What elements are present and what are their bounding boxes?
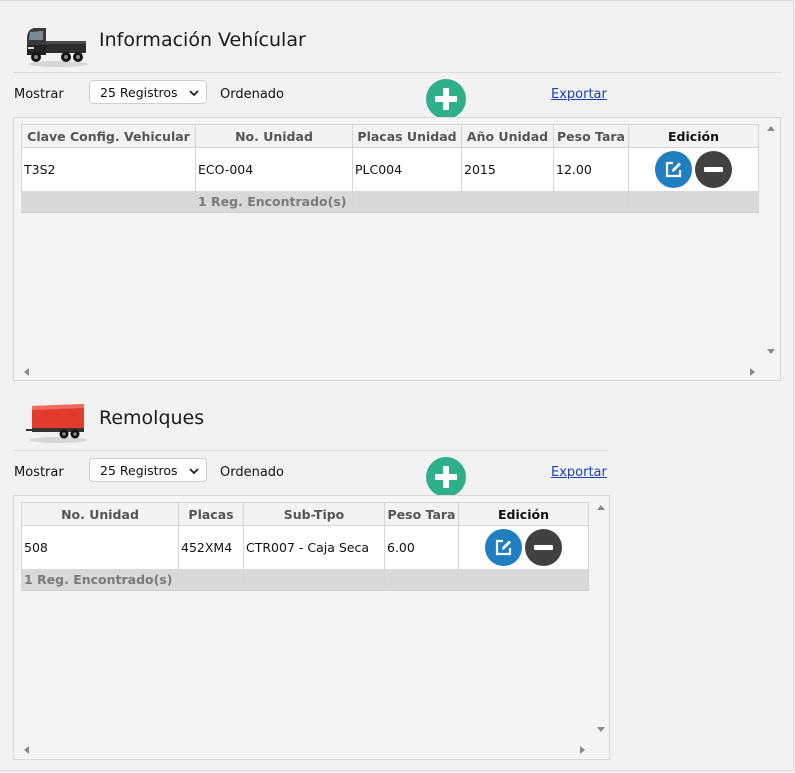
delete-button[interactable] [525,529,562,566]
col-header-subtipo[interactable]: Sub-Tipo [243,502,385,526]
scroll-up-arrow[interactable] [767,126,775,131]
scroll-left-arrow[interactable] [24,368,29,376]
scroll-down-arrow[interactable] [597,727,605,732]
col-header-peso[interactable]: Peso Tara [384,502,459,526]
add-remolque-button[interactable] [426,457,466,497]
vehiculos-divider [13,72,781,73]
table-row[interactable]: 508 452XM4 CTR007 - Caja Seca 6.00 [21,525,589,569]
cell-unidad: ECO-004 [195,147,353,191]
cell-placas: 452XM4 [178,525,244,569]
col-header-unidad[interactable]: No. Unidad [195,124,353,148]
vehiculos-mostrar-label: Mostrar [14,87,64,102]
add-vehiculo-button[interactable] [426,79,466,119]
table-row[interactable]: T3S2 ECO-004 PLC004 2015 12.00 [21,147,759,191]
vehiculos-title: Información Vehícular [99,29,306,51]
remolques-ordenado-label: Ordenado [220,465,285,480]
remolques-title: Remolques [99,407,205,429]
cell-subtipo: CTR007 - Caja Seca [243,525,385,569]
vehiculos-registros-value: 25 Registros [100,85,178,100]
truck-icon [27,28,88,67]
col-header-edicion: Edición [628,124,759,148]
col-header-edicion: Edición [458,502,589,526]
scroll-up-arrow[interactable] [597,505,605,510]
trailer-icon [26,404,87,443]
cell-edicion [458,525,589,569]
remolques-table: No. Unidad Placas Sub-Tipo Peso Tara Edi… [21,502,589,591]
remolques-export-link[interactable]: Exportar [551,465,607,480]
vehiculos-export-link[interactable]: Exportar [551,87,607,102]
records-count: 1 Reg. Encontrado(s) [195,191,353,213]
cell-anio: 2015 [461,147,554,191]
vehiculos-table: Clave Config. Vehicular No. Unidad Placa… [21,124,759,213]
col-header-peso[interactable]: Peso Tara [553,124,629,148]
cell-unidad: 508 [21,525,179,569]
scroll-down-arrow[interactable] [767,349,775,354]
cell-peso: 12.00 [553,147,629,191]
cell-clave: T3S2 [21,147,196,191]
vehiculos-registros-select[interactable]: 25 Registros [89,80,207,104]
scroll-left-arrow[interactable] [24,746,29,754]
cell-peso: 6.00 [384,525,459,569]
col-header-placas[interactable]: Placas [178,502,244,526]
col-header-unidad[interactable]: No. Unidad [21,502,179,526]
table-footer-row: 1 Reg. Encontrado(s) [21,191,759,213]
remolques-divider [13,450,608,451]
vehiculos-ordenado-label: Ordenado [220,87,285,102]
delete-button[interactable] [695,151,732,188]
edit-button[interactable] [485,529,522,566]
remolques-registros-value: 25 Registros [100,463,178,478]
chevron-down-icon [189,90,199,97]
remolques-registros-select[interactable]: 25 Registros [89,458,207,482]
edit-button[interactable] [655,151,692,188]
table-footer-row: 1 Reg. Encontrado(s) [21,569,589,591]
remolques-mostrar-label: Mostrar [14,465,64,480]
edit-icon [665,161,682,178]
col-header-clave[interactable]: Clave Config. Vehicular [21,124,196,148]
col-header-anio[interactable]: Año Unidad [461,124,554,148]
cell-edicion [628,147,759,191]
chevron-down-icon [189,468,199,475]
scroll-right-arrow[interactable] [750,368,755,376]
records-count: 1 Reg. Encontrado(s) [21,569,179,591]
col-header-placas[interactable]: Placas Unidad [352,124,462,148]
scroll-right-arrow[interactable] [580,746,585,754]
cell-placas: PLC004 [352,147,462,191]
edit-icon [495,539,512,556]
